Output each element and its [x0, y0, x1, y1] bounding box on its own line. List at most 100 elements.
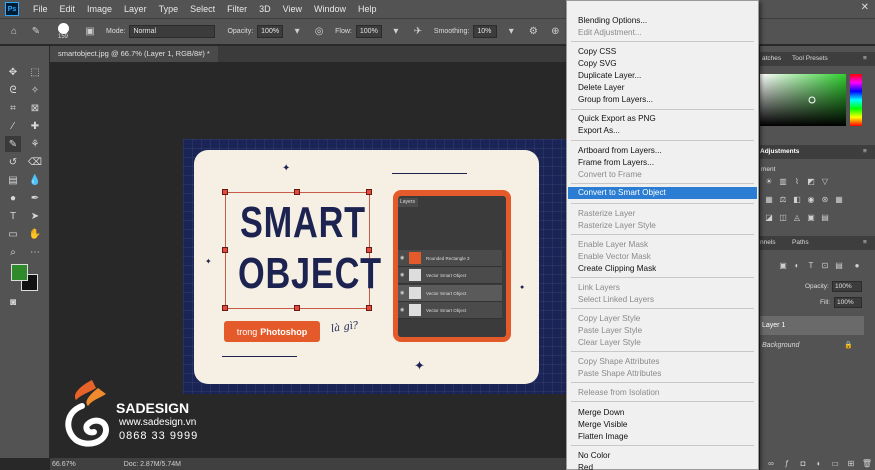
frame-tool-icon[interactable]: ⊠ [27, 100, 43, 116]
menu-layer[interactable]: Layer [118, 0, 153, 18]
channel-mixer-icon[interactable]: ⊛ [820, 194, 830, 204]
posterize-icon[interactable]: ◫ [778, 212, 788, 222]
dodge-tool-icon[interactable]: ● [5, 190, 21, 206]
layer-style-icon[interactable]: ƒ [782, 458, 792, 468]
menu-edit[interactable]: Edit [54, 0, 82, 18]
tab-swatches[interactable]: atches [762, 55, 781, 62]
marquee-tool-icon[interactable]: ⬚ [27, 64, 43, 80]
black-white-icon[interactable]: ◧ [792, 194, 802, 204]
new-layer-icon[interactable]: ⊞ [846, 458, 856, 468]
smoothing-field[interactable]: 10% [473, 25, 498, 38]
menu-item-copy-svg[interactable]: Copy SVG [568, 58, 757, 69]
menu-select[interactable]: Select [184, 0, 221, 18]
photo-filter-icon[interactable]: ◉ [806, 194, 816, 204]
menu-item-merge-down[interactable]: Merge Down [568, 407, 757, 418]
menu-item-release-from-isolation[interactable]: Release from Isolation [568, 387, 757, 398]
path-select-tool-icon[interactable]: ➤ [27, 208, 43, 224]
menu-item-paste-shape-attributes[interactable]: Paste Shape Attributes [568, 368, 757, 379]
chevron-down-icon[interactable]: ▾ [289, 24, 305, 40]
levels-icon[interactable]: ▥ [778, 176, 788, 186]
invert-icon[interactable]: ◪ [764, 212, 774, 222]
selective-color-icon[interactable]: ▣ [806, 212, 816, 222]
menu-image[interactable]: Image [81, 0, 118, 18]
trash-icon[interactable]: 🗑 [862, 458, 872, 468]
curves-icon[interactable]: ⌇ [792, 176, 802, 186]
adjustment-filter-icon[interactable]: ◐ [792, 260, 802, 270]
gradient-map-icon[interactable]: ▤ [820, 212, 830, 222]
add-mask-icon[interactable]: ◘ [798, 458, 808, 468]
menu-item-enable-vector-mask[interactable]: Enable Vector Mask [568, 251, 757, 262]
menu-item-frame-from-layers[interactable]: Frame from Layers... [568, 157, 757, 168]
menu-item-paste-layer-style[interactable]: Paste Layer Style [568, 325, 757, 336]
transform-handle[interactable] [222, 247, 228, 253]
foreground-color-swatch[interactable] [11, 264, 28, 281]
transform-handle[interactable] [222, 305, 228, 311]
blur-tool-icon[interactable]: 💧 [27, 172, 43, 188]
menu-item-rasterize-layer-style[interactable]: Rasterize Layer Style [568, 220, 757, 231]
menu-filter[interactable]: Filter [221, 0, 253, 18]
pressure-opacity-icon[interactable]: ◎ [311, 24, 327, 40]
more-tools-icon[interactable]: ⋯ [27, 244, 43, 260]
menu-help[interactable]: Help [352, 0, 383, 18]
symmetry-icon[interactable]: ⊕ [547, 24, 563, 40]
menu-item-copy-layer-style[interactable]: Copy Layer Style [568, 313, 757, 324]
shape-filter-icon[interactable]: ⊡ [820, 260, 830, 270]
gradient-tool-icon[interactable]: ▤ [5, 172, 21, 188]
color-lookup-icon[interactable]: ▦ [834, 194, 844, 204]
menu-item-group-from-layers[interactable]: Group from Layers... [568, 94, 757, 105]
opacity-field[interactable]: 100% [257, 25, 284, 38]
type-tool-icon[interactable]: T [5, 208, 21, 224]
brightness-icon[interactable]: ☀ [764, 176, 774, 186]
menu-item-link-layers[interactable]: Link Layers [568, 282, 757, 293]
menu-item-merge-visible[interactable]: Merge Visible [568, 419, 757, 430]
menu-3d[interactable]: 3D [253, 0, 277, 18]
zoom-tool-icon[interactable]: ⌕ [5, 244, 21, 260]
layer-opacity-field[interactable]: 100% [832, 281, 862, 292]
transform-handle[interactable] [294, 305, 300, 311]
history-brush-tool-icon[interactable]: ↺ [5, 154, 21, 170]
layer-fill-field[interactable]: 100% [834, 297, 862, 308]
move-tool-icon[interactable]: ✥ [5, 64, 21, 80]
new-group-icon[interactable]: ▭ [830, 458, 840, 468]
document-tab[interactable]: smartobject.jpg @ 66.7% (Layer 1, RGB/8#… [50, 46, 218, 62]
panel-menu-icon[interactable]: ≡ [863, 239, 867, 246]
layer-row-selected[interactable]: Layer 1 [760, 316, 864, 335]
menu-window[interactable]: Window [308, 0, 352, 18]
mode-select[interactable]: Normal [129, 25, 216, 38]
pixel-filter-icon[interactable]: ▣ [778, 260, 788, 270]
chevron-down-icon[interactable]: ▾ [388, 24, 404, 40]
window-close-icon[interactable]: ✕ [861, 2, 869, 13]
flow-field[interactable]: 100% [355, 25, 382, 38]
rectangle-tool-icon[interactable]: ▭ [5, 226, 21, 242]
filter-toggle-icon[interactable]: ● [852, 260, 862, 270]
menu-item-duplicate-layer[interactable]: Duplicate Layer... [568, 70, 757, 81]
type-filter-icon[interactable]: T [806, 260, 816, 270]
quick-select-tool-icon[interactable]: ✧ [27, 82, 43, 98]
menu-item-convert-to-smart-object[interactable]: Convert to Smart Object [568, 187, 757, 199]
brush-preset-picker[interactable]: 159 [50, 21, 76, 43]
menu-item-flatten-image[interactable]: Flatten Image [568, 431, 757, 442]
menu-item-quick-export[interactable]: Quick Export as PNG [568, 113, 757, 124]
brush-tool-icon[interactable]: ✎ [5, 136, 21, 152]
quick-mask-icon[interactable]: ◙ [5, 294, 21, 310]
menu-item-convert-to-frame[interactable]: Convert to Frame [568, 169, 757, 180]
menu-item-rasterize-layer[interactable]: Rasterize Layer [568, 208, 757, 219]
menu-item-select-linked-layers[interactable]: Select Linked Layers [568, 294, 757, 305]
menu-item-artboard-from-layers[interactable]: Artboard from Layers... [568, 145, 757, 156]
color-picker-field[interactable] [760, 74, 846, 126]
menu-item-copy-shape-attributes[interactable]: Copy Shape Attributes [568, 356, 757, 367]
menu-item-export-as[interactable]: Export As... [568, 125, 757, 136]
transform-handle[interactable] [366, 189, 372, 195]
crop-tool-icon[interactable]: ⌗ [5, 100, 21, 116]
transform-handle[interactable] [222, 189, 228, 195]
zoom-level[interactable]: 66.67% [50, 461, 84, 468]
new-adjustment-icon[interactable]: ◐ [814, 458, 824, 468]
menu-type[interactable]: Type [153, 0, 185, 18]
layer-row-background[interactable]: Background 🔒 [760, 336, 864, 355]
panel-menu-icon[interactable]: ≡ [863, 148, 867, 155]
menu-file[interactable]: File [27, 0, 54, 18]
menu-item-create-clipping-mask[interactable]: Create Clipping Mask [568, 263, 757, 274]
eyedropper-tool-icon[interactable]: ⁄ [5, 118, 21, 134]
link-layers-icon[interactable]: ∞ [766, 458, 776, 468]
airbrush-icon[interactable]: ✈ [410, 24, 426, 40]
